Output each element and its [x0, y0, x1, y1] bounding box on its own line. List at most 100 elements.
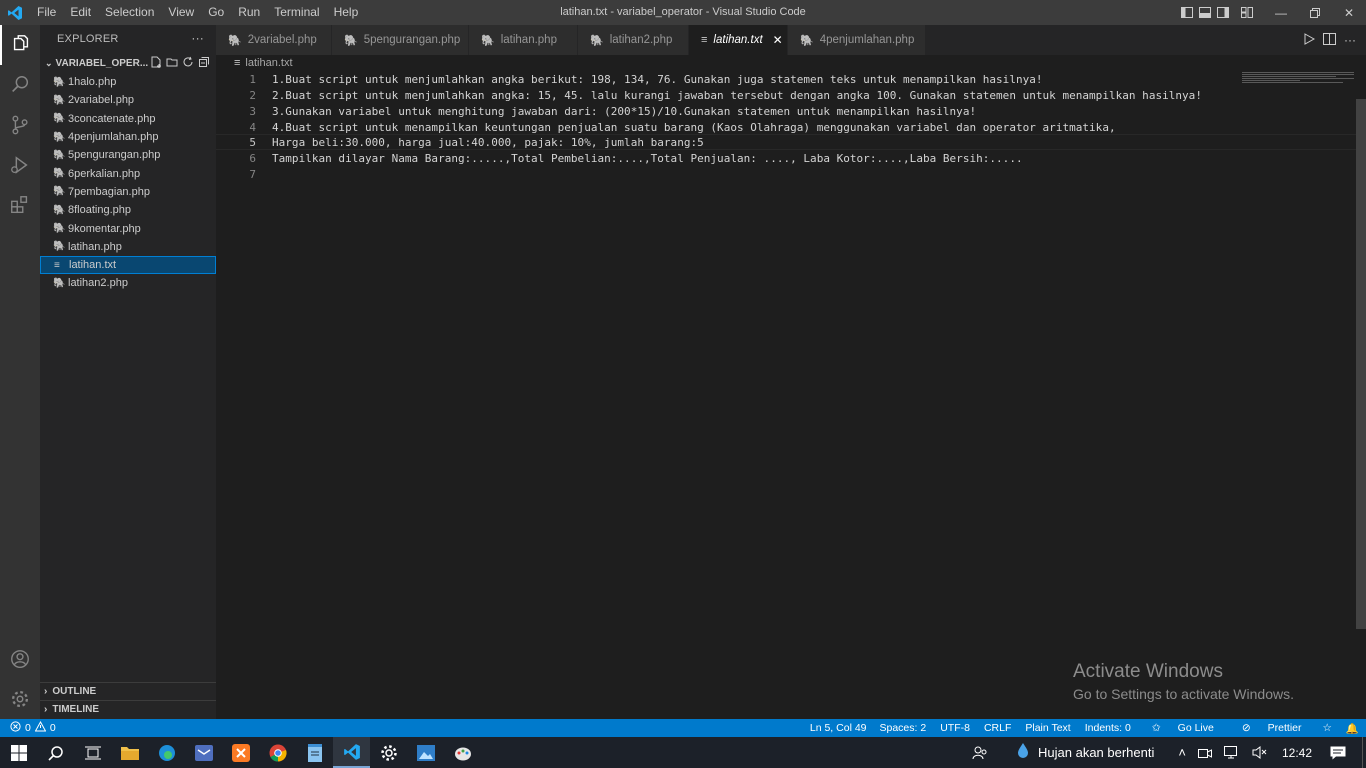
- file-item-selected[interactable]: ≡ latihan.txt: [40, 255, 216, 275]
- scrollbar-thumb[interactable]: [1356, 99, 1366, 629]
- search-icon[interactable]: [0, 65, 40, 105]
- code-line[interactable]: 1 1.Buat script untuk menjumlahkan angka …: [216, 71, 1356, 87]
- clock[interactable]: 12:42: [1274, 746, 1324, 760]
- toggle-secondary-sidebar-icon[interactable]: [1214, 0, 1232, 25]
- language-mode[interactable]: Plain Text: [1018, 722, 1077, 734]
- vscode-taskbar-icon[interactable]: [333, 737, 370, 768]
- collapse-all-icon[interactable]: [198, 56, 210, 71]
- file-encoding[interactable]: UTF-8: [933, 722, 977, 734]
- code-line[interactable]: 6 Tampilkan dilayar Nama Barang:.....,Tot…: [216, 150, 1356, 166]
- tab-latihan2[interactable]: 🐘 latihan2.php: [578, 25, 689, 55]
- meet-now-icon[interactable]: [1192, 747, 1218, 759]
- cursor-position[interactable]: Ln 5, Col 49: [803, 722, 874, 734]
- file-item[interactable]: 🐘 7pembagian.php: [40, 183, 216, 201]
- file-item[interactable]: 🐘 6perkalian.php: [40, 164, 216, 182]
- go-live-button[interactable]: ✩ Go Live: [1138, 722, 1228, 734]
- tab-latihan-php[interactable]: 🐘 latihan.php: [469, 25, 578, 55]
- extensions-icon[interactable]: [0, 185, 40, 225]
- code-line[interactable]: 3 3.Gunakan variabel untuk menghitung jaw…: [216, 103, 1356, 119]
- prettier-button[interactable]: ⊘ Prettier: [1228, 722, 1316, 734]
- file-item[interactable]: 🐘 latihan2.php: [40, 274, 216, 292]
- new-folder-icon[interactable]: [166, 56, 178, 71]
- refresh-icon[interactable]: [182, 56, 194, 71]
- indents[interactable]: Indents: 0: [1078, 722, 1138, 734]
- minimize-button[interactable]: —: [1264, 0, 1298, 25]
- restore-button[interactable]: [1298, 0, 1332, 25]
- timeline-section[interactable]: › TIMELINE: [40, 700, 216, 718]
- new-file-icon[interactable]: [150, 56, 162, 71]
- menu-file[interactable]: File: [30, 0, 63, 25]
- people-icon[interactable]: [966, 745, 994, 761]
- volume-muted-icon[interactable]: [1246, 746, 1274, 759]
- menu-selection[interactable]: Selection: [98, 0, 161, 25]
- tab-latihan-txt[interactable]: ≡ latihan.txt ✕: [689, 25, 788, 55]
- search-icon[interactable]: [37, 737, 74, 768]
- explorer-icon[interactable]: [0, 25, 40, 65]
- toggle-sidebar-icon[interactable]: [1178, 0, 1196, 25]
- task-view-icon[interactable]: [74, 737, 111, 768]
- tab-2variabel[interactable]: 🐘 2variabel.php: [216, 25, 332, 55]
- close-tab-icon[interactable]: ✕: [773, 33, 783, 47]
- run-icon[interactable]: [1303, 32, 1316, 48]
- workspace-folder[interactable]: ⌄ VARIABEL_OPER...: [40, 53, 216, 73]
- mail-icon[interactable]: [185, 737, 222, 768]
- tab-5pengurangan[interactable]: 🐘 5pengurangan.php: [332, 25, 469, 55]
- file-item[interactable]: 🐘 2variabel.php: [40, 91, 216, 109]
- code-line[interactable]: 2 2.Buat script untuk menjumlahkan angka:…: [216, 87, 1356, 103]
- file-item[interactable]: 🐘 8floating.php: [40, 201, 216, 219]
- settings-gear-icon[interactable]: [370, 737, 407, 768]
- file-item[interactable]: 🐘 3concatenate.php: [40, 110, 216, 128]
- edge-icon[interactable]: [148, 737, 185, 768]
- problems-indicator[interactable]: 0 0: [0, 720, 56, 735]
- code-line[interactable]: 7: [216, 166, 1356, 182]
- code-line-current[interactable]: 5 Harga beli:30.000, harga jual:40.000, p…: [216, 134, 1356, 150]
- weather-widget[interactable]: Hujan akan berhenti: [1010, 742, 1160, 763]
- code-line[interactable]: 4 4.Buat script untuk menampilkan keuntun…: [216, 119, 1356, 135]
- file-item[interactable]: 🐘 5pengurangan.php: [40, 146, 216, 164]
- php-elephant-icon: 🐘: [228, 34, 242, 47]
- chrome-icon[interactable]: [259, 737, 296, 768]
- tab-4penjumlahan[interactable]: 🐘 4penjumlahan.php: [788, 25, 926, 55]
- network-icon[interactable]: [1218, 746, 1246, 759]
- file-item[interactable]: 🐘 latihan.php: [40, 238, 216, 256]
- vertical-scrollbar[interactable]: [1354, 71, 1366, 631]
- notifications-bell-icon[interactable]: 🔔: [1339, 722, 1366, 735]
- notepad-icon[interactable]: [296, 737, 333, 768]
- breadcrumb[interactable]: ≡ latihan.txt: [216, 55, 1366, 71]
- menu-go[interactable]: Go: [201, 0, 231, 25]
- windows-start-icon[interactable]: [0, 737, 37, 768]
- accounts-icon[interactable]: [0, 639, 40, 679]
- menu-help[interactable]: Help: [327, 0, 366, 25]
- editor-area[interactable]: 1 1.Buat script untuk menjumlahkan angka …: [216, 71, 1366, 719]
- file-explorer-icon[interactable]: [111, 737, 148, 768]
- minimap[interactable]: [1242, 72, 1354, 86]
- outline-section[interactable]: › OUTLINE: [40, 682, 216, 700]
- menu-view[interactable]: View: [161, 0, 201, 25]
- more-actions-icon[interactable]: ···: [191, 31, 204, 45]
- end-of-line[interactable]: CRLF: [977, 722, 1018, 734]
- chevron-up-icon[interactable]: ˄: [1172, 745, 1192, 760]
- more-actions-icon[interactable]: ···: [1344, 33, 1356, 47]
- customize-layout-icon[interactable]: [1238, 0, 1256, 25]
- xampp-icon[interactable]: [222, 737, 259, 768]
- toggle-panel-icon[interactable]: [1196, 0, 1214, 25]
- photos-icon[interactable]: [407, 737, 444, 768]
- file-item[interactable]: 🐘 4penjumlahan.php: [40, 128, 216, 146]
- menu-terminal[interactable]: Terminal: [267, 0, 326, 25]
- menu-edit[interactable]: Edit: [63, 0, 98, 25]
- paint-icon[interactable]: [444, 737, 481, 768]
- file-item[interactable]: 🐘 1halo.php: [40, 73, 216, 91]
- menu-run[interactable]: Run: [231, 0, 267, 25]
- breadcrumb-file[interactable]: latihan.txt: [245, 57, 292, 69]
- indentation-spaces[interactable]: Spaces: 2: [874, 722, 934, 734]
- line-number: 5: [249, 135, 256, 149]
- close-window-button[interactable]: ✕: [1332, 0, 1366, 25]
- split-editor-icon[interactable]: [1323, 32, 1336, 48]
- manage-gear-icon[interactable]: [0, 679, 40, 719]
- file-item[interactable]: 🐘 9komentar.php: [40, 219, 216, 237]
- feedback-icon[interactable]: ☆: [1316, 722, 1339, 734]
- source-control-icon[interactable]: [0, 105, 40, 145]
- notification-center-icon[interactable]: [1324, 746, 1362, 760]
- run-debug-icon[interactable]: [0, 145, 40, 185]
- show-desktop-button[interactable]: [1362, 737, 1366, 768]
